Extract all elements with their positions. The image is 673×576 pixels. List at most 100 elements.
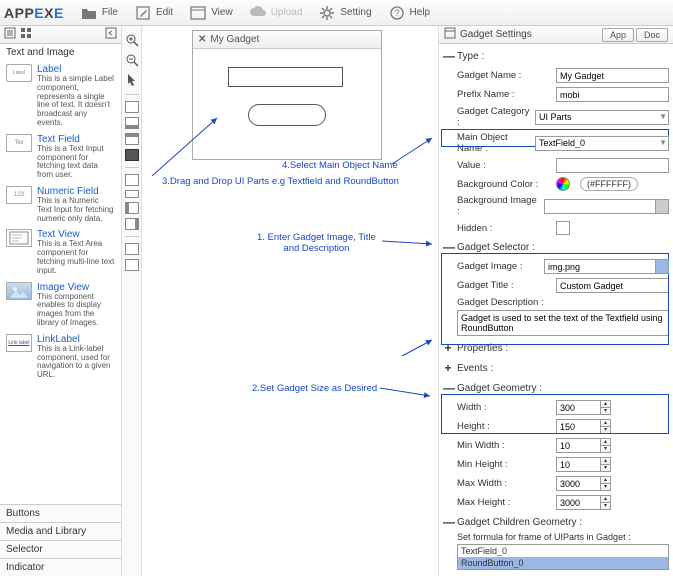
canvas-toolbar <box>122 26 142 576</box>
gadget-category-select[interactable] <box>535 110 669 125</box>
gadget-window-titlebar: ✕ My Gadget <box>193 31 381 49</box>
value-input[interactable] <box>556 158 669 173</box>
width-input[interactable] <box>556 400 601 415</box>
design-canvas[interactable]: ✕ My Gadget 4.Select Main Object Name 3.… <box>142 26 438 576</box>
gadget-image-browse-button[interactable] <box>655 259 669 274</box>
maxwidth-label: Max Width : <box>457 478 552 489</box>
minwidth-input[interactable] <box>556 438 601 453</box>
settings-body[interactable]: —Type : Gadget Name : Prefix Name : Gadg… <box>439 44 673 576</box>
separator <box>125 167 139 168</box>
gadget-window[interactable]: ✕ My Gadget <box>192 30 382 160</box>
hidden-label: Hidden : <box>457 223 552 234</box>
annotation-3: 3.Drag and Drop UI Parts e.g Textfield a… <box>162 176 399 187</box>
spinner-down-button[interactable]: ▾ <box>601 502 611 510</box>
menu-file[interactable]: File <box>74 2 124 24</box>
hidden-checkbox[interactable] <box>556 221 570 235</box>
palette-item-imageview[interactable]: Image ViewThis component enables to disp… <box>0 279 121 331</box>
annotation-2: 2.Set Gadget Size as Desired <box>252 383 377 394</box>
close-icon[interactable]: ✕ <box>198 34 206 45</box>
menu-edit[interactable]: Edit <box>128 2 179 24</box>
palette-list: LabelLabelThis is a simple Label compone… <box>0 61 121 504</box>
textview-thumb-icon <box>6 229 32 247</box>
gadget-title-input[interactable] <box>556 278 669 293</box>
spinner-up-button[interactable]: ▴ <box>601 457 611 464</box>
section-selector[interactable]: —Gadget Selector : <box>443 237 669 257</box>
height-input[interactable] <box>556 419 601 434</box>
textfield-shape[interactable] <box>228 67 343 87</box>
bgimage-browse-button[interactable] <box>655 199 669 214</box>
palette-item-linklabel[interactable]: Link labelLinkLabelThis is a Link-label … <box>0 331 121 383</box>
menu-setting[interactable]: Setting <box>312 2 377 24</box>
layout-1-button[interactable] <box>125 101 139 113</box>
layout-3-button[interactable] <box>125 133 139 145</box>
gadget-image-input[interactable] <box>544 259 669 274</box>
shape-2-button[interactable] <box>125 190 139 198</box>
spinner-up-button[interactable]: ▴ <box>601 438 611 445</box>
accordion-buttons[interactable]: Buttons <box>0 504 121 522</box>
spinner-down-button[interactable]: ▾ <box>601 483 611 491</box>
prefix-name-input[interactable] <box>556 87 669 102</box>
gadget-name-input[interactable] <box>556 68 669 83</box>
annotation-4: 4.Select Main Object Name <box>282 160 398 171</box>
shape-1-button[interactable] <box>125 174 139 186</box>
align-2-button[interactable] <box>125 259 139 271</box>
menu-view[interactable]: View <box>183 2 239 24</box>
menu-help[interactable]: ? Help <box>382 2 437 24</box>
spinner-down-button[interactable]: ▾ <box>601 426 611 434</box>
children-list[interactable]: TextField_0 RoundButton_0 <box>457 544 669 570</box>
gadget-category-label: Gadget Category : <box>457 106 531 128</box>
mainobj-select[interactable] <box>535 136 669 151</box>
spinner-down-button[interactable]: ▾ <box>601 407 611 415</box>
maxheight-input[interactable] <box>556 495 601 510</box>
palette-item-textview[interactable]: Text ViewThis is a Text Area component f… <box>0 226 121 278</box>
maxwidth-input[interactable] <box>556 476 601 491</box>
child-item-roundbutton[interactable]: RoundButton_0 <box>458 557 668 569</box>
child-item-textfield[interactable]: TextField_0 <box>458 545 668 557</box>
layout-2-button[interactable] <box>125 117 139 129</box>
spinner-up-button[interactable]: ▴ <box>601 495 611 502</box>
roundbutton-shape[interactable] <box>248 104 326 126</box>
section-geometry[interactable]: —Gadget Geometry : <box>443 378 669 398</box>
section-type[interactable]: —Type : <box>443 46 669 66</box>
maxheight-label: Max Height : <box>457 497 552 508</box>
bgcolor-value: (#FFFFFF) <box>580 177 638 191</box>
color-picker-button[interactable] <box>556 177 570 191</box>
zoom-out-button[interactable] <box>124 52 140 68</box>
accordion-selector[interactable]: Selector <box>0 540 121 558</box>
palette-item-textfield[interactable]: TexText FieldThis is a Text Input compon… <box>0 131 121 183</box>
pointer-button[interactable] <box>124 72 140 88</box>
shape-3-button[interactable] <box>125 202 139 214</box>
spinner-up-button[interactable]: ▴ <box>601 419 611 426</box>
grid-icon[interactable] <box>20 27 32 42</box>
palette-header <box>0 26 121 44</box>
tab-doc[interactable]: Doc <box>636 28 668 42</box>
gadget-desc-textarea[interactable] <box>457 310 669 336</box>
edit-icon <box>134 4 152 22</box>
accordion-indicator[interactable]: Indicator <box>0 558 121 576</box>
mainobj-label: Main Object Name : <box>457 132 531 154</box>
collapse-icon[interactable] <box>105 27 117 42</box>
zoom-in-button[interactable] <box>124 32 140 48</box>
minheight-input[interactable] <box>556 457 601 472</box>
section-events[interactable]: +Events : <box>443 358 669 378</box>
section-properties[interactable]: +Properties : <box>443 338 669 358</box>
palette-item-label[interactable]: LabelLabelThis is a simple Label compone… <box>0 61 121 131</box>
spinner-up-button[interactable]: ▴ <box>601 476 611 483</box>
gadget-body[interactable] <box>193 49 381 159</box>
align-1-button[interactable] <box>125 243 139 255</box>
menu-upload[interactable]: Upload <box>243 2 309 24</box>
height-label: Height : <box>457 421 552 432</box>
spinner-up-button[interactable]: ▴ <box>601 400 611 407</box>
spinner-down-button[interactable]: ▾ <box>601 464 611 472</box>
list-icon[interactable] <box>4 27 16 42</box>
palette-item-numericfield[interactable]: 123Numeric FieldThis is a Numeric Text I… <box>0 183 121 226</box>
bgimage-input[interactable] <box>544 199 669 214</box>
tab-app[interactable]: App <box>602 28 634 42</box>
app-logo: APPEXE <box>4 5 64 21</box>
spinner-down-button[interactable]: ▾ <box>601 445 611 453</box>
layout-4-button[interactable] <box>125 149 139 161</box>
view-icon <box>189 4 207 22</box>
section-children[interactable]: —Gadget Children Geometry : <box>443 512 669 532</box>
shape-4-button[interactable] <box>125 218 139 230</box>
accordion-media[interactable]: Media and Library <box>0 522 121 540</box>
